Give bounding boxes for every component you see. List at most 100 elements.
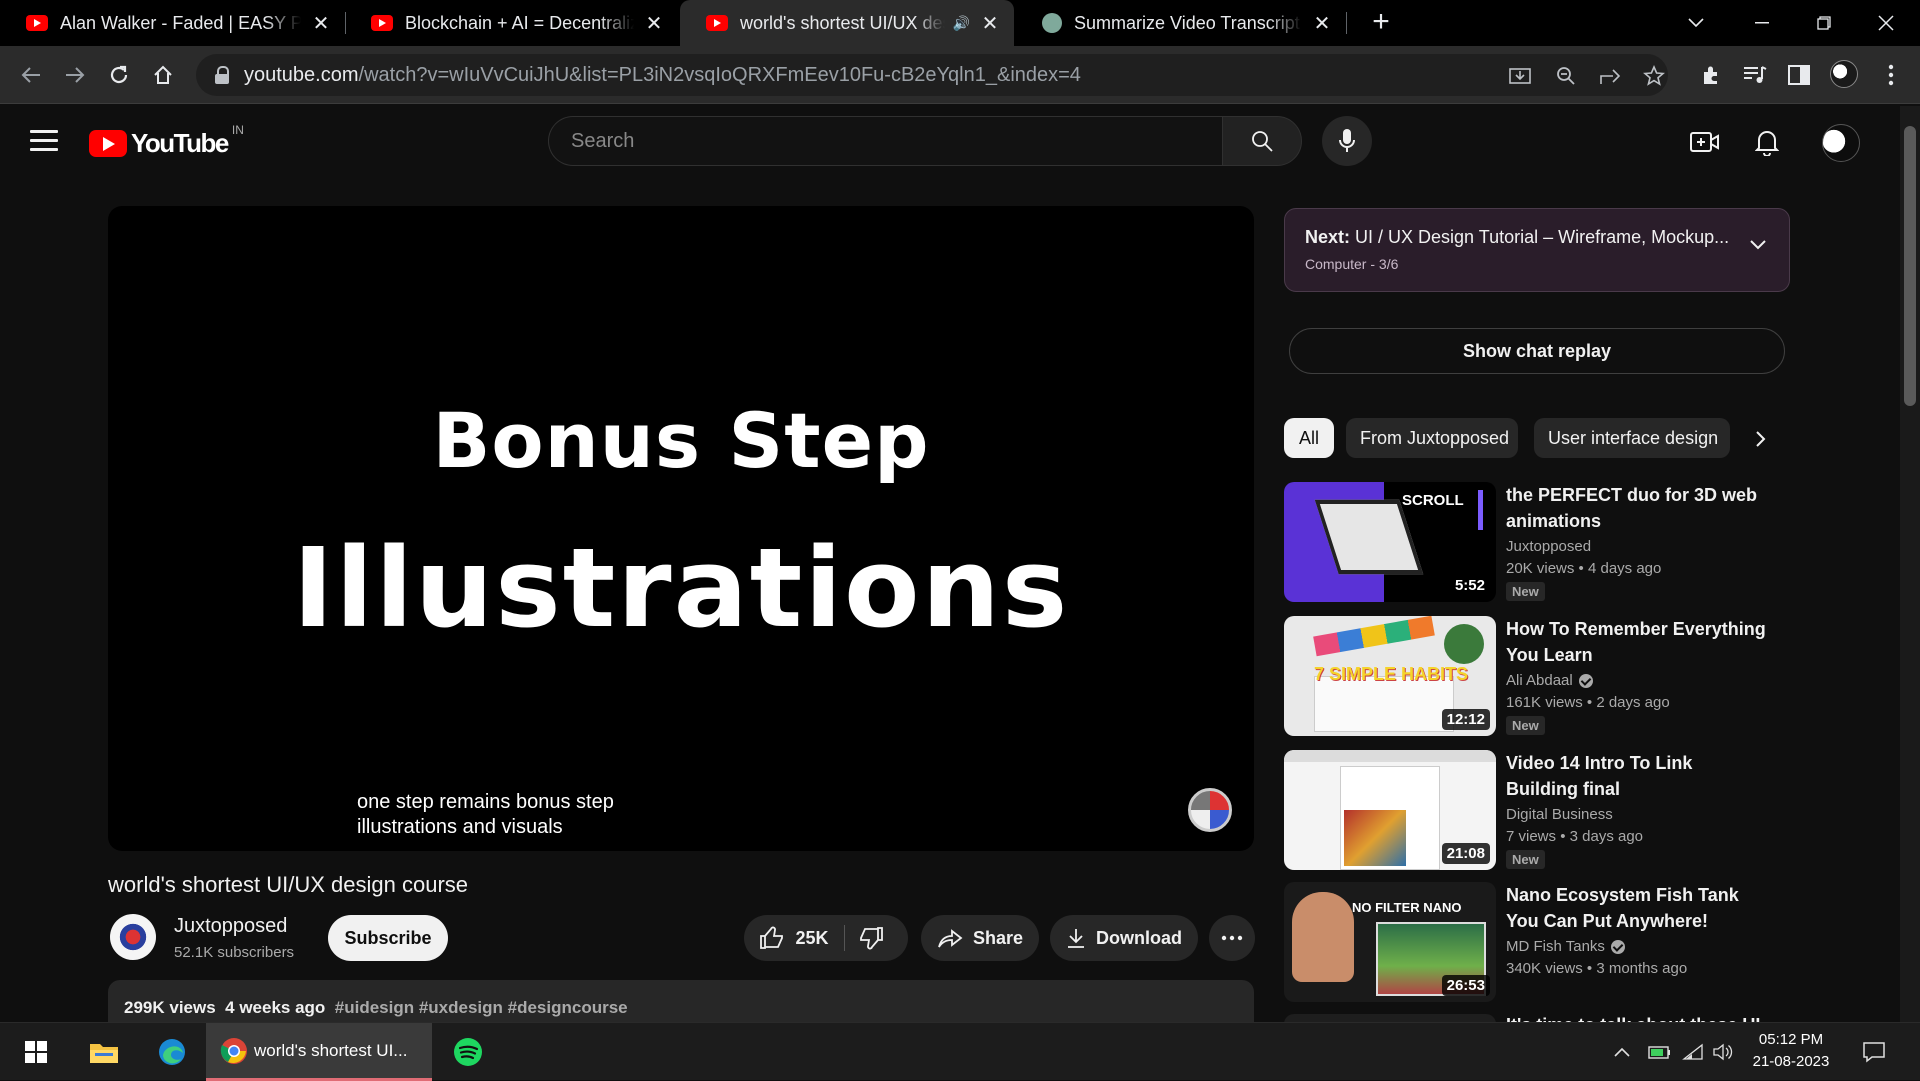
hamburger-menu-icon[interactable] [30,130,58,152]
extensions-icon[interactable] [1696,60,1726,90]
recommended-video[interactable]: 7 SIMPLE HABITS 12:12 How To Remember Ev… [1284,616,1774,736]
home-button[interactable] [146,58,180,92]
recommended-video[interactable]: NO FILTER NANO 26:53 Nano Ecosystem Fish… [1284,882,1774,1002]
battery-icon[interactable] [1648,1023,1672,1081]
more-actions-button[interactable] [1209,915,1255,961]
forward-button[interactable] [58,58,92,92]
channel-name[interactable]: Juxtopposed [1506,538,1591,555]
hashtags[interactable]: #uidesign #uxdesign #designcourse [335,998,628,1017]
close-icon[interactable]: ✕ [1312,11,1332,36]
file-explorer-button[interactable] [82,1023,126,1081]
video-title[interactable]: Video 14 Intro To Link Building final [1506,750,1766,802]
show-chat-replay-button[interactable]: Show chat replay [1289,328,1785,374]
video-title[interactable]: How To Remember Everything You Learn [1506,616,1766,668]
minimize-button[interactable] [1732,0,1792,46]
subscribe-button[interactable]: Subscribe [328,915,448,961]
chip-topic[interactable]: User interface design [1534,418,1730,458]
video-thumbnail[interactable]: SCROLL 5:52 [1284,482,1496,602]
recommended-video[interactable]: It's time to talk about these UI [1284,1014,1774,1022]
close-icon [1878,15,1894,31]
search-input[interactable]: Search [548,116,1222,166]
browser-tab[interactable]: Blockchain + AI = Decentralized ✕ [345,0,678,46]
video-thumbnail[interactable]: 21:08 [1284,750,1496,870]
channel-watermark[interactable] [1188,788,1232,832]
close-window-button[interactable] [1856,0,1916,46]
video-thumbnail[interactable]: NO FILTER NANO 26:53 [1284,882,1496,1002]
restore-button[interactable] [1794,0,1854,46]
youtube-logo[interactable]: YouTube IN [89,123,244,159]
chevron-down-icon[interactable] [1749,239,1767,251]
video-duration: 26:53 [1441,975,1490,996]
menu-kebab-icon[interactable] [1876,60,1906,90]
edge-icon [159,1039,185,1065]
channel-name[interactable]: Digital Business [1506,806,1613,823]
chip-all[interactable]: All [1284,418,1334,458]
create-video-icon[interactable] [1688,126,1722,158]
media-control-icon[interactable] [1740,60,1770,90]
channel-avatar[interactable] [110,914,156,960]
share-page-icon[interactable] [1596,62,1624,90]
chrome-icon [220,1037,247,1064]
video-channel[interactable]: Ali Abdaal [1506,672,1593,689]
start-button[interactable] [14,1023,58,1081]
browser-tab-active[interactable]: world's shortest UI/UX design 🔊 ✕ [680,0,1014,46]
video-title[interactable]: It's time to talk about these UI [1506,1014,1766,1022]
browser-tab[interactable]: Alan Walker - Faded | EASY Piano ✕ [0,0,345,46]
bookmark-star-icon[interactable] [1640,62,1668,90]
user-avatar[interactable] [1822,124,1860,162]
reload-button[interactable] [102,58,136,92]
video-player[interactable]: Bonus Step Illustrations one step remain… [108,206,1254,851]
video-channel[interactable]: Juxtopposed [1506,538,1591,555]
side-panel-icon[interactable] [1784,60,1814,90]
back-button[interactable] [14,58,48,92]
notification-center-icon[interactable] [1862,1023,1888,1081]
video-thumbnail[interactable]: 7 SIMPLE HABITS 12:12 [1284,616,1496,736]
speaker-icon[interactable]: 🔊 [953,15,970,32]
address-bar[interactable]: youtube.com/watch?v=wIuVvCuiJhU&list=PL3… [196,54,1668,96]
video-thumbnail[interactable] [1284,1014,1496,1022]
page-scrollbar[interactable] [1900,106,1920,1022]
video-channel[interactable]: MD Fish Tanks [1506,938,1625,955]
search-button[interactable] [1222,116,1302,166]
dislike-button[interactable] [844,926,908,950]
voice-search-button[interactable] [1322,116,1372,166]
download-button[interactable]: Download [1050,915,1198,961]
install-app-icon[interactable] [1506,62,1534,90]
tray-overflow-chevron-icon[interactable] [1614,1023,1634,1081]
channel-name[interactable]: MD Fish Tanks [1506,938,1605,955]
browser-profile-avatar[interactable] [1830,60,1858,88]
video-title[interactable]: the PERFECT duo for 3D web animations [1506,482,1766,534]
like-button[interactable]: 25K [744,926,844,950]
chip-from-channel[interactable]: From Juxtopposed [1346,418,1518,458]
windows-taskbar: world's shortest UI... 05:12 PM 21-08-20… [0,1022,1920,1081]
playlist-next-card[interactable]: Next: UI / UX Design Tutorial – Wirefram… [1284,208,1790,292]
channel-name[interactable]: Ali Abdaal [1506,672,1573,689]
wifi-icon[interactable] [1682,1023,1706,1081]
recommended-video[interactable]: SCROLL 5:52 the PERFECT duo for 3D web a… [1284,482,1774,602]
close-icon[interactable]: ✕ [644,11,664,36]
close-icon[interactable]: ✕ [311,11,331,36]
new-badge: New [1506,716,1545,735]
volume-icon[interactable] [1712,1023,1736,1081]
video-title[interactable]: Nano Ecosystem Fish Tank You Can Put Any… [1506,882,1766,934]
share-button[interactable]: Share [921,915,1039,961]
chips-next-button[interactable] [1746,424,1776,454]
upload-age: 2 days ago [1596,694,1670,711]
new-tab-button[interactable]: + [1364,6,1398,40]
video-channel[interactable]: Digital Business [1506,806,1613,823]
browser-tab[interactable]: Summarize Video Transcript ✕ [1016,0,1346,46]
scrollbar-thumb[interactable] [1904,126,1916,406]
lock-icon[interactable] [214,66,230,84]
system-clock[interactable]: 05:12 PM 21-08-2023 [1742,1029,1840,1073]
tab-search-button[interactable] [1666,0,1726,46]
zoom-icon[interactable] [1552,62,1580,90]
notifications-bell-icon[interactable] [1750,126,1784,158]
restore-icon [1817,16,1831,30]
spotify-button[interactable] [446,1023,490,1081]
close-icon[interactable]: ✕ [980,11,1000,36]
taskbar-chrome-active[interactable]: world's shortest UI... [206,1023,432,1081]
video-duration: 12:12 [1441,709,1490,730]
edge-browser-button[interactable] [150,1023,194,1081]
recommended-video[interactable]: 21:08 Video 14 Intro To Link Building fi… [1284,750,1774,870]
channel-name[interactable]: Juxtopposed [174,915,287,938]
